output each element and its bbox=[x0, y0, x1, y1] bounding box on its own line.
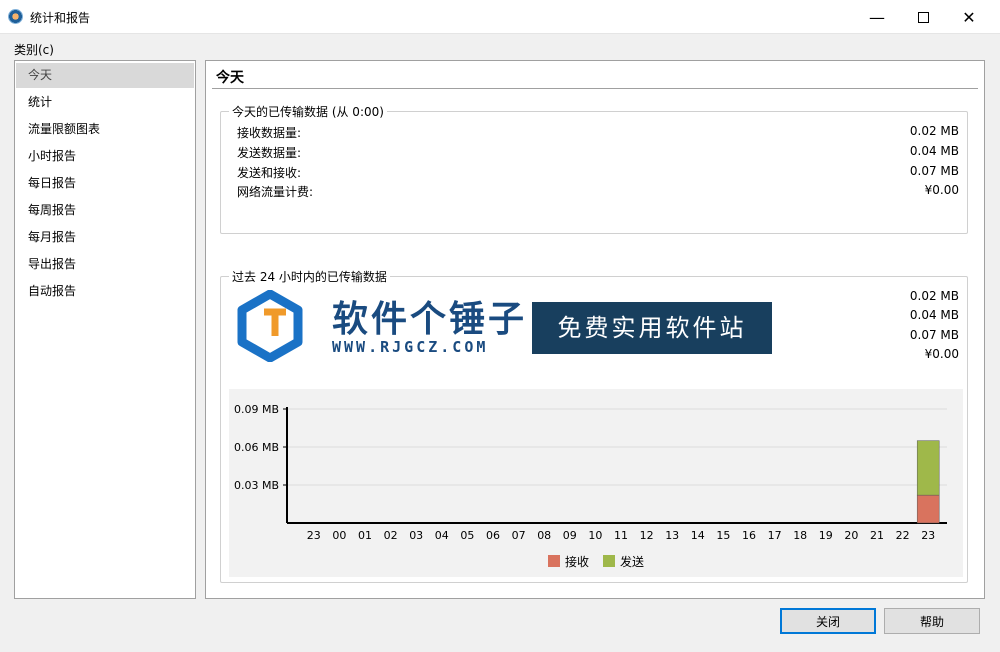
cost-value: ¥0.00 bbox=[924, 183, 959, 197]
x-tick-label: 23 bbox=[921, 529, 935, 542]
category-label: 类别(c) bbox=[14, 43, 54, 57]
sidebar-item-weekly-report[interactable]: 每周报告 bbox=[16, 198, 194, 223]
x-tick-label: 01 bbox=[358, 529, 372, 542]
sent-value: 0.04 MB bbox=[909, 144, 959, 158]
x-tick-label: 10 bbox=[588, 529, 602, 542]
watermark-banner: 软件个锤子 WWW.RJGCZ.COM 免费实用软件站 bbox=[228, 284, 772, 368]
maximize-button[interactable] bbox=[900, 0, 946, 34]
today-group-caption: 今天的已传输数据 (从 0:00) bbox=[229, 103, 387, 120]
bar-sent bbox=[916, 440, 940, 496]
x-tick-label: 14 bbox=[691, 529, 705, 542]
page-title: 今天 bbox=[216, 70, 244, 86]
x-tick-label: 08 bbox=[537, 529, 551, 542]
last-24h-sent-value: 0.04 MB bbox=[909, 308, 959, 322]
close-window-button[interactable]: ✕ bbox=[946, 0, 992, 34]
legend-swatch-sent bbox=[603, 555, 615, 567]
sidebar-item-daily-report[interactable]: 每日报告 bbox=[16, 171, 194, 196]
last-24h-total-value: 0.07 MB bbox=[909, 328, 959, 342]
sidebar-item-today[interactable]: 今天 bbox=[16, 63, 194, 88]
x-tick-label: 04 bbox=[435, 529, 449, 542]
y-tick-label: 0.06 MB bbox=[234, 441, 279, 454]
x-tick-label: 18 bbox=[793, 529, 807, 542]
help-button[interactable]: 帮助 bbox=[884, 608, 980, 634]
x-tick-label: 19 bbox=[819, 529, 833, 542]
last-24h-caption: 过去 24 小时内的已传输数据 bbox=[229, 268, 390, 285]
watermark-logo-icon bbox=[237, 290, 303, 362]
watermark-name: 软件个锤子 bbox=[332, 299, 528, 340]
window-title: 统计和报告 bbox=[30, 11, 91, 25]
x-tick-label: 03 bbox=[409, 529, 423, 542]
x-tick-label: 07 bbox=[512, 529, 526, 542]
total-label: 发送和接收: bbox=[237, 166, 302, 180]
category-list: 今天 统计 流量限额图表 小时报告 每日报告 每周报告 每月报告 导出报告 自动… bbox=[14, 60, 196, 599]
x-tick-label: 16 bbox=[742, 529, 756, 542]
sidebar-item-traffic-limit-chart[interactable]: 流量限额图表 bbox=[16, 117, 194, 142]
x-tick-label: 17 bbox=[768, 529, 782, 542]
sidebar-item-auto-report[interactable]: 自动报告 bbox=[16, 279, 194, 304]
title-bar: 统计和报告 — ✕ bbox=[0, 0, 1000, 34]
x-tick-label: 13 bbox=[665, 529, 679, 542]
x-tick-label: 09 bbox=[563, 529, 577, 542]
minimize-icon: — bbox=[869, 7, 885, 27]
sidebar-item-monthly-report[interactable]: 每月报告 bbox=[16, 225, 194, 250]
maximize-icon bbox=[917, 11, 929, 23]
x-tick-label: 06 bbox=[486, 529, 500, 542]
legend-swatch-received bbox=[547, 555, 560, 567]
total-value: 0.07 MB bbox=[909, 164, 959, 178]
sidebar-item-hourly-report[interactable]: 小时报告 bbox=[16, 144, 194, 169]
sidebar-item-export-report[interactable]: 导出报告 bbox=[16, 252, 194, 277]
x-tick-label: 00 bbox=[332, 529, 346, 542]
x-tick-label: 02 bbox=[384, 529, 398, 542]
hourly-chart-svg: 0.09 MB 0.06 MB 0.03 MB 23 00 01 02 03 04 05 06 07 0… bbox=[234, 403, 947, 542]
x-tick-label: 22 bbox=[896, 529, 910, 542]
y-tick-label: 0.03 MB bbox=[234, 479, 279, 492]
legend-item-received: 接收 bbox=[547, 553, 589, 569]
legend-item-sent: 发送 bbox=[603, 553, 644, 569]
legend-label-received: 接收 bbox=[564, 554, 589, 569]
chart-legend: 接收 发送 bbox=[229, 553, 963, 569]
received-value: 0.02 MB bbox=[909, 124, 959, 138]
sidebar-item-statistics[interactable]: 统计 bbox=[16, 90, 194, 115]
x-tick-label: 12 bbox=[640, 529, 654, 542]
watermark-url: WWW.RJGCZ.COM bbox=[332, 338, 489, 356]
legend-label-sent: 发送 bbox=[620, 554, 645, 569]
last-24h-cost-value: ¥0.00 bbox=[924, 347, 959, 361]
x-tick-label: 15 bbox=[716, 529, 730, 542]
close-icon: ✕ bbox=[962, 7, 976, 27]
x-tick-label: 05 bbox=[460, 529, 474, 542]
watermark-slogan: 免费实用软件站 bbox=[532, 302, 772, 354]
received-label: 接收数据量: bbox=[237, 126, 302, 140]
x-tick-label: 20 bbox=[844, 529, 858, 542]
bar-received bbox=[916, 494, 940, 524]
cost-label: 网络流量计费: bbox=[237, 185, 314, 199]
title-divider bbox=[212, 88, 978, 90]
y-tick-label: 0.09 MB bbox=[234, 403, 279, 416]
today-transfer-group: 今天的已传输数据 (从 0:00) 接收数据量: 0.02 MB 发送数据量: … bbox=[220, 103, 968, 234]
sent-label: 发送数据量: bbox=[237, 146, 302, 160]
hourly-chart: 0.09 MB 0.06 MB 0.03 MB 23 00 01 02 03 04 05 06 07 0… bbox=[229, 389, 963, 577]
minimize-button[interactable]: — bbox=[854, 0, 900, 34]
x-tick-label: 23 bbox=[307, 529, 321, 542]
x-tick-label: 11 bbox=[614, 529, 628, 542]
last-24h-received-value: 0.02 MB bbox=[909, 289, 959, 303]
x-tick-label: 21 bbox=[870, 529, 884, 542]
close-button[interactable]: 关闭 bbox=[780, 608, 876, 634]
app-icon bbox=[8, 9, 23, 24]
